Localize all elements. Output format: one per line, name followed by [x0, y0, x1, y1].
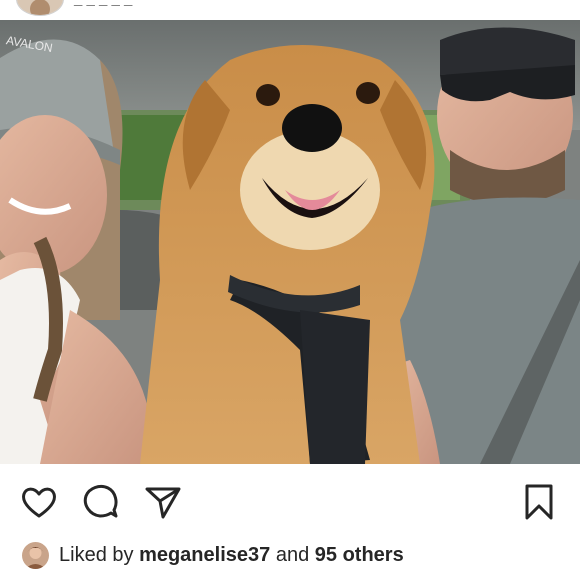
post-header: _ _ _ _ _	[0, 0, 580, 20]
post-username[interactable]: _ _ _ _ _	[74, 0, 132, 8]
liker-avatar[interactable]	[22, 541, 49, 569]
likes-connector: and	[275, 543, 310, 566]
liker-username[interactable]: meganelise37	[139, 544, 270, 566]
likes-others-count[interactable]: 95 others	[315, 544, 404, 566]
bookmark-icon[interactable]	[520, 483, 558, 521]
send-icon[interactable]	[144, 483, 182, 521]
post-photo[interactable]: AVALON	[0, 20, 580, 464]
comment-icon[interactable]	[82, 483, 120, 521]
likes-prefix: Liked by	[59, 543, 134, 566]
heart-icon[interactable]	[20, 483, 58, 521]
avatar[interactable]	[16, 0, 64, 16]
post-photo-image: AVALON	[0, 20, 580, 464]
likes-text: Liked by meganelise37 and 95 others	[59, 544, 404, 567]
likes-summary[interactable]: Liked by meganelise37 and 95 others	[22, 540, 562, 570]
post-actions	[0, 478, 580, 528]
